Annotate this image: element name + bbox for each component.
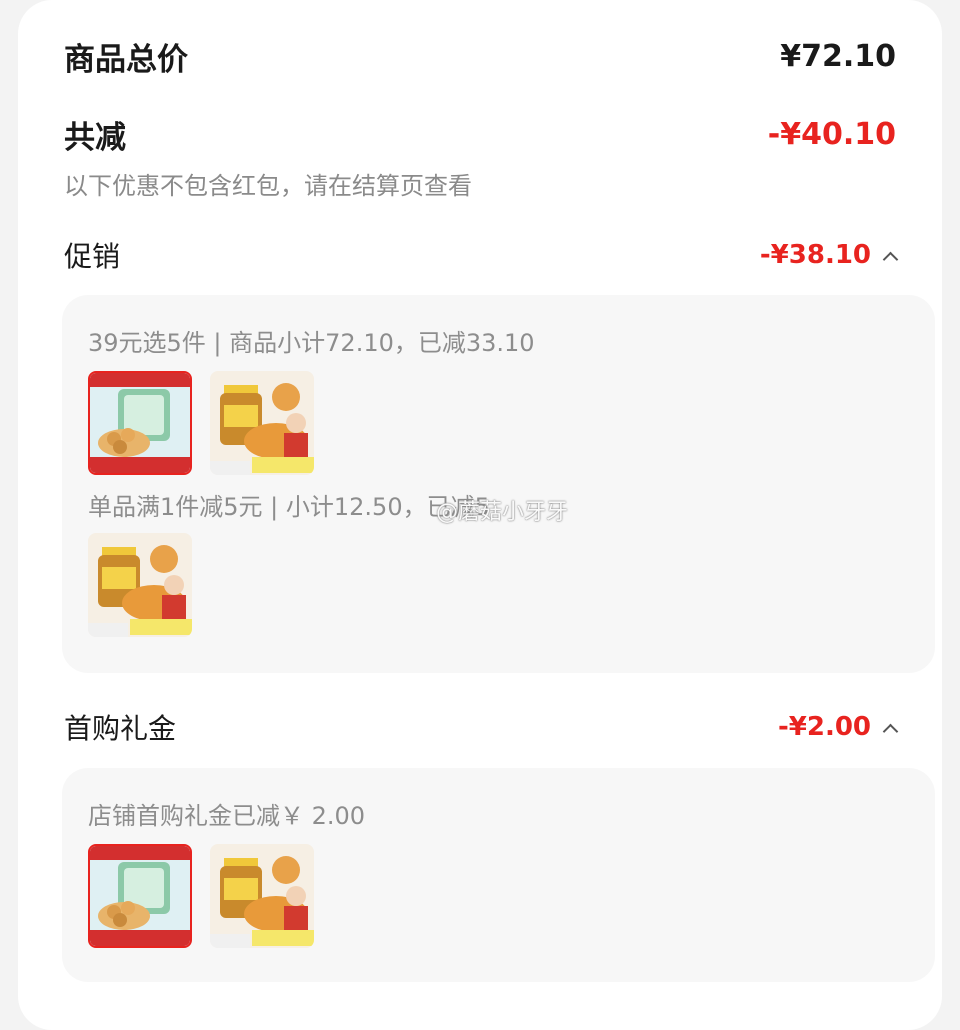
gift-panel: 店铺首购礼金已减￥ 2.00 — [62, 768, 935, 982]
chevron-up-icon[interactable] — [882, 251, 899, 267]
watermark: @蘑菇小牙牙 — [436, 500, 569, 525]
discount-row: 共减 -¥40.10 — [64, 112, 896, 156]
gift-value: -¥2.00 — [777, 712, 871, 742]
discount-note: 以下优惠不包含红包，请在结算页查看 — [64, 172, 472, 200]
promo-rule-2: 单品满1件减5元 | 小计12.50，已减5 — [88, 493, 490, 521]
promo-label: 促销 — [64, 240, 121, 273]
promo-panel: 39元选5件 | 商品小计72.10，已减33.10 单品满1件减5元 | 小计… — [62, 295, 935, 673]
total-price-row: 商品总价 ¥72.10 — [64, 34, 896, 78]
gift-header[interactable]: 首购礼金 -¥2.00 — [64, 706, 899, 748]
gift-label: 首购礼金 — [64, 712, 177, 745]
gift-rule: 店铺首购礼金已减￥ 2.00 — [88, 802, 366, 830]
promo-value: -¥38.10 — [759, 240, 871, 270]
promo-header[interactable]: 促销 -¥38.10 — [64, 234, 899, 276]
product-thumb-radish-jar[interactable] — [210, 844, 314, 948]
total-price-label: 商品总价 — [64, 41, 188, 78]
chevron-up-icon[interactable] — [882, 723, 899, 739]
discount-value: -¥40.10 — [767, 116, 896, 152]
price-breakdown-card: 商品总价 ¥72.10 共减 -¥40.10 以下优惠不包含红包，请在结算页查看… — [18, 0, 942, 1030]
product-thumb-radish-jar[interactable] — [210, 371, 314, 475]
promo-rule-1: 39元选5件 | 商品小计72.10，已减33.10 — [88, 329, 535, 357]
discount-label: 共减 — [64, 119, 126, 156]
product-thumb-radish-jar-2[interactable] — [88, 533, 192, 637]
total-price-value: ¥72.10 — [780, 38, 896, 74]
product-thumb-peanut[interactable] — [88, 844, 192, 948]
product-thumb-peanut[interactable] — [88, 371, 192, 475]
